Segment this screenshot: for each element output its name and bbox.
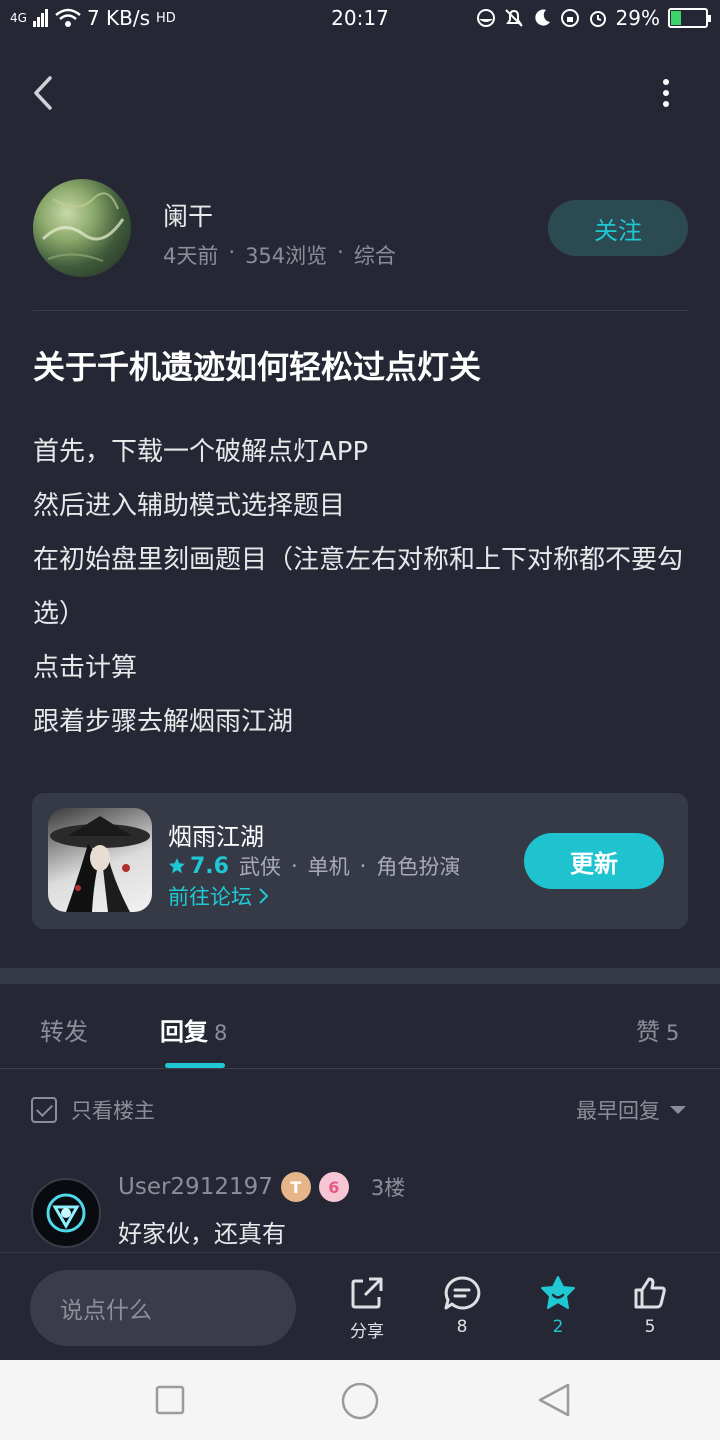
forum-link-label[interactable]: 前往论坛	[168, 881, 252, 911]
game-tag: 角色扮演	[376, 855, 461, 879]
comment-text: 好家伙，还真有	[118, 1220, 286, 1248]
reply-count: 8	[456, 1317, 468, 1337]
game-info: 7.6 武侠 · 单机 · 角色扮演	[168, 851, 460, 881]
status-bar: 4G 7 KB/s HD 20:17 29%	[0, 0, 720, 40]
tag-separator: ·	[359, 854, 367, 878]
commenter-name[interactable]: User2912197	[118, 1174, 273, 1200]
like-count: 5	[644, 1317, 656, 1337]
post-line: 然后进入辅助模式选择题目	[33, 491, 346, 521]
view-count: 354浏览	[245, 244, 328, 268]
divider	[33, 310, 688, 311]
commenter-avatar[interactable]	[31, 1178, 101, 1248]
comment-input[interactable]: 说点什么	[30, 1270, 296, 1346]
section-separator	[0, 968, 720, 984]
share-icon	[351, 1277, 383, 1309]
only-author-label[interactable]: 只看楼主	[71, 1095, 155, 1125]
rank-badge-icon: 6	[318, 1172, 349, 1202]
thumbs-up-icon	[634, 1277, 666, 1309]
moon-icon	[534, 9, 550, 26]
more-options-icon[interactable]	[652, 74, 680, 114]
checkbox-icon[interactable]	[31, 1097, 57, 1123]
caret-down-icon	[670, 1106, 686, 1114]
post-line: 在初始盘里刻画题目（注意左右对称和上下对称都不要勾选）	[33, 545, 684, 629]
battery-icon	[668, 8, 711, 28]
post-meta: 4天前 · 354浏览 · 综合	[163, 240, 396, 270]
post-time: 4天前	[163, 244, 219, 268]
recent-apps-icon[interactable]	[155, 1385, 185, 1415]
share-button[interactable]: 分享	[327, 1275, 407, 1342]
battery-percent: 29%	[615, 6, 660, 30]
tab-like-label[interactable]: 赞	[636, 1018, 660, 1046]
meta-separator: ·	[228, 240, 236, 264]
meta-separator: ·	[337, 240, 344, 264]
chevron-right-icon	[259, 888, 269, 904]
author-name[interactable]: 阑干	[163, 197, 213, 233]
share-label[interactable]: 分享	[350, 1322, 384, 1342]
comment-floor: 3楼	[370, 1176, 406, 1200]
author-avatar[interactable]	[33, 179, 131, 277]
like-button[interactable]: 5	[610, 1275, 690, 1337]
bottom-action-bar: 说点什么 分享 8 2 5	[0, 1252, 720, 1360]
tab-reply[interactable]: 回复 8	[160, 1012, 227, 1047]
tab-reply-label[interactable]: 回复	[160, 1018, 208, 1046]
home-icon[interactable]	[340, 1381, 380, 1421]
post-line: 跟着步骤去解烟雨江湖	[33, 707, 294, 737]
rotation-lock-icon	[560, 9, 579, 27]
status-right: 29%	[476, 6, 711, 30]
post-line: 点击计算	[33, 653, 138, 683]
back-icon[interactable]	[26, 70, 66, 116]
tab-like[interactable]: 赞5	[636, 1012, 679, 1047]
follow-button[interactable]: 关注	[548, 200, 688, 256]
comment-header: User2912197 T 6 3楼	[118, 1172, 405, 1202]
reply-button[interactable]: 8	[422, 1275, 502, 1337]
update-button[interactable]: 更新	[524, 833, 664, 889]
rating-value: 7.6	[190, 853, 229, 879]
game-icon[interactable]	[48, 808, 152, 912]
game-tag: 武侠	[238, 855, 281, 879]
favorite-button[interactable]: 2	[518, 1275, 598, 1337]
post-body: 首先，下载一个破解点灯APP 然后进入辅助模式选择题目 在初始盘里刻画题目（注意…	[33, 425, 688, 749]
favorite-count: 2	[552, 1317, 564, 1337]
divider	[0, 1068, 720, 1069]
alarm-icon	[589, 11, 606, 27]
game-tag: 单机	[307, 855, 350, 879]
game-name[interactable]: 烟雨江湖	[168, 817, 264, 852]
tag-separator: ·	[290, 854, 298, 878]
sort-label[interactable]: 最早回复	[576, 1095, 660, 1125]
level-badge-icon: T	[280, 1172, 311, 1202]
only-author-toggle[interactable]: 只看楼主	[31, 1095, 155, 1125]
tab-reply-count: 8	[214, 1021, 228, 1045]
tab-like-count: 5	[666, 1021, 680, 1045]
post-title: 关于千机遗迹如何轻松过点灯关	[33, 348, 482, 386]
mute-bell-icon	[504, 9, 523, 27]
game-rating: 7.6	[168, 854, 229, 879]
forum-link[interactable]: 前往论坛	[168, 881, 270, 911]
comment-icon	[444, 1276, 481, 1310]
post-category: 综合	[353, 244, 396, 268]
star-icon	[169, 858, 185, 874]
eye-comfort-icon	[476, 9, 495, 27]
tab-repost[interactable]: 转发	[40, 1012, 88, 1047]
star-face-icon	[541, 1276, 575, 1309]
post-line: 首先，下载一个破解点灯APP	[33, 437, 369, 467]
sort-dropdown[interactable]: 最早回复	[576, 1095, 686, 1125]
system-nav-bar	[0, 1360, 720, 1440]
game-card[interactable]: 烟雨江湖 7.6 武侠 · 单机 · 角色扮演 前往论坛 更新	[32, 793, 688, 929]
back-nav-icon[interactable]	[536, 1382, 572, 1418]
